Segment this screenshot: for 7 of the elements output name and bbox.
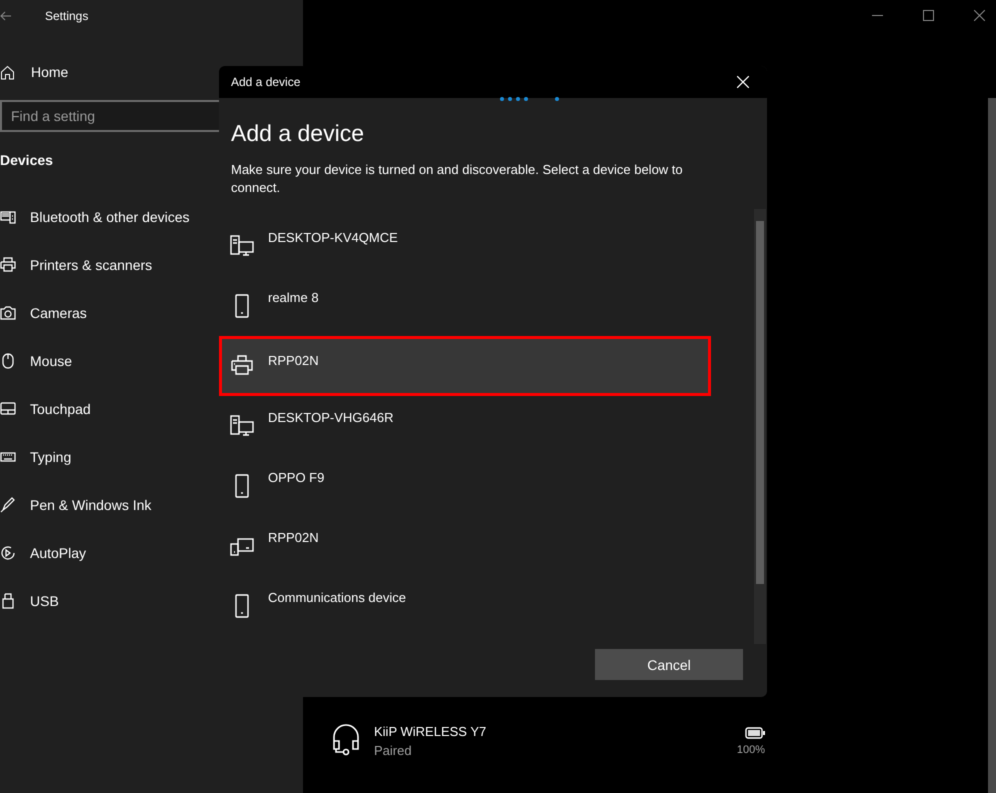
- dialog-description: Make sure your device is turned on and discoverable. Select a device below to connect.: [231, 161, 684, 197]
- dialog-title: Add a device: [231, 75, 300, 89]
- device-status: Paired: [374, 743, 413, 758]
- section-heading: Devices: [0, 152, 53, 170]
- window-title: Settings: [45, 9, 88, 23]
- device-name: KiiP WiRELESS Y7: [374, 724, 488, 739]
- battery-level: 100%: [736, 744, 765, 756]
